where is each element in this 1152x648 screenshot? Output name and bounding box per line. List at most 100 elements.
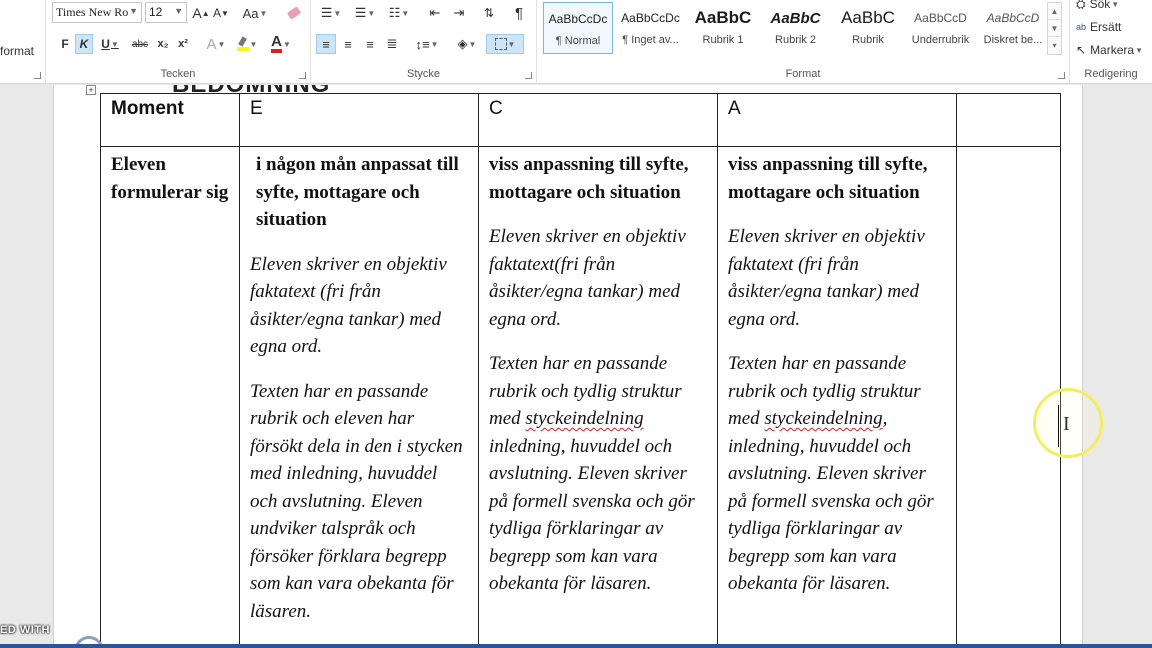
eraser-icon: [286, 6, 302, 20]
justify-icon: ≣: [386, 36, 398, 51]
borders-button[interactable]: ▼: [486, 34, 524, 54]
font-name-combo[interactable]: Times New Ro ▼: [52, 2, 142, 23]
numbering-button[interactable]: ☰ ▼: [350, 3, 380, 23]
show-marks-button[interactable]: ¶: [509, 3, 529, 23]
bullets-button[interactable]: ☰ ▼: [316, 3, 346, 23]
align-right-button[interactable]: ≡: [360, 34, 380, 54]
style-preview: AaBbCcDc: [621, 11, 680, 25]
multilevel-list-icon: ☷: [388, 5, 401, 20]
font-color-label: A: [271, 34, 282, 53]
table-move-handle[interactable]: +: [86, 85, 96, 95]
style-gallery-scroll[interactable]: ▲ ▼ ▾: [1047, 2, 1062, 55]
align-center-icon: ≡: [344, 36, 352, 52]
style-preview: AaBbCcDc: [548, 12, 608, 26]
chevron-down-icon: ▼: [129, 6, 138, 16]
ibeam-cursor-icon: I: [1063, 413, 1070, 435]
style-name: ¶ Inget av...: [622, 34, 679, 46]
c-paragraph-2: Texten har en passande rubrik och tydlig…: [489, 350, 707, 598]
style-name: Rubrik 2: [775, 34, 816, 46]
sort-icon: ⇅: [483, 6, 495, 20]
bold-button[interactable]: F: [57, 34, 73, 54]
strikethrough-button[interactable]: abc: [128, 34, 152, 54]
justify-button[interactable]: ≣: [382, 34, 402, 54]
document-area[interactable]: BEDÖMNING + Moment E C A Eleven formuler…: [0, 85, 1152, 648]
table-header-row: Moment E C A: [100, 93, 1061, 147]
highlight-button[interactable]: ▼: [232, 34, 262, 54]
spelling-error[interactable]: styckeindelning: [525, 408, 643, 429]
increase-indent-button[interactable]: ⇥: [448, 3, 470, 23]
pilcrow-icon: ¶: [514, 4, 524, 22]
header-cell-moment[interactable]: Moment: [100, 93, 240, 147]
style-tile[interactable]: AaBbCcD Underrubrik: [906, 2, 976, 54]
align-left-icon: ≡: [322, 36, 330, 52]
styles-launcher[interactable]: [1058, 72, 1065, 79]
more-styles-icon[interactable]: ▾: [1048, 37, 1061, 54]
header-cell-e[interactable]: E: [239, 93, 479, 147]
underline-button[interactable]: U ▼: [97, 34, 123, 54]
a-paragraph-2: Texten har en passande rubrik och tydlig…: [728, 350, 946, 598]
styles-group-label: Format: [785, 68, 821, 80]
style-tile[interactable]: AaBbCcDc ¶ Normal: [543, 2, 613, 54]
decrease-indent-button[interactable]: ⇤: [424, 3, 446, 23]
font-size-combo[interactable]: 12 ▼: [145, 2, 187, 23]
select-button[interactable]: ↖ Markera ▼: [1076, 41, 1150, 59]
editing-group-label: Redigering: [1084, 68, 1138, 80]
page[interactable]: BEDÖMNING + Moment E C A Eleven formuler…: [53, 85, 1083, 648]
clipboard-launcher[interactable]: [34, 72, 41, 79]
style-preview: AaBbCcD: [914, 11, 967, 25]
font-launcher[interactable]: [299, 72, 306, 79]
style-tile[interactable]: AaBbCcD Diskret be...: [978, 2, 1048, 54]
bold-label: F: [61, 37, 69, 51]
chevron-down-icon[interactable]: ▼: [1048, 20, 1061, 37]
font-size-value: 12: [149, 5, 163, 19]
cell-e[interactable]: i någon mån anpassat till syfte, mottaga…: [239, 146, 479, 648]
text-effects-button[interactable]: A ▼: [204, 34, 228, 54]
header-cell-c[interactable]: C: [478, 93, 718, 147]
font-color-button[interactable]: A ▼: [266, 34, 296, 54]
subscript-button[interactable]: x₂: [154, 34, 172, 54]
style-tile[interactable]: AaBbC Rubrik: [833, 2, 903, 54]
grow-font-button[interactable]: A ▲: [192, 3, 210, 23]
superscript-button[interactable]: x²: [174, 34, 192, 54]
change-case-button[interactable]: Aa ▼: [241, 3, 269, 23]
align-left-button[interactable]: ≡: [316, 34, 336, 54]
format-painter-button[interactable]: format: [0, 42, 42, 60]
sort-button[interactable]: ⇅: [479, 3, 499, 23]
line-spacing-button[interactable]: ↕≡ ▼: [412, 34, 442, 54]
style-tile[interactable]: AaBbC Rubrik 2: [761, 2, 831, 54]
find-button[interactable]: ⛭ Sök ▼: [1076, 0, 1146, 13]
clear-formatting-button[interactable]: [284, 3, 304, 23]
superscript-label: x²: [178, 38, 188, 50]
e-heading: i någon mån anpassat till syfte, mottaga…: [256, 154, 459, 230]
cell-moment[interactable]: Eleven formulerar sig: [100, 146, 240, 648]
italic-button[interactable]: K: [75, 34, 93, 54]
header-cell-empty[interactable]: [956, 93, 1061, 147]
style-preview: AaBbC: [694, 8, 752, 27]
styles-group: AaBbCcDc ¶ Normal AaBbCcDc ¶ Inget av... AaB…: [537, 0, 1070, 84]
align-right-icon: ≡: [366, 36, 374, 52]
spelling-error[interactable]: styckeindelning: [764, 408, 882, 429]
shading-button[interactable]: ◈ ▼: [452, 34, 482, 54]
paragraph-launcher[interactable]: [525, 72, 532, 79]
format-painter-label: format: [0, 44, 35, 58]
borders-icon: [494, 38, 507, 50]
header-cell-a[interactable]: A: [717, 93, 957, 147]
shrink-font-button[interactable]: A ▼: [212, 3, 230, 23]
style-name: Rubrik: [852, 34, 884, 46]
style-preview: AaBbCcD: [986, 11, 1040, 25]
cell-c[interactable]: viss anpassning till syfte, mottagare oc…: [478, 146, 718, 648]
select-label: Markera: [1090, 43, 1135, 57]
underline-label: U: [101, 37, 110, 51]
align-center-button[interactable]: ≡: [338, 34, 358, 54]
paint-bucket-icon: ◈: [457, 36, 468, 51]
chevron-up-icon[interactable]: ▲: [1048, 3, 1061, 20]
multilevel-list-button[interactable]: ☷ ▼: [384, 3, 414, 23]
strikethrough-label: abc: [131, 38, 149, 50]
style-tile[interactable]: AaBbCcDc ¶ Inget av...: [616, 2, 686, 54]
style-tile[interactable]: AaBbC Rubrik 1: [688, 2, 758, 54]
style-name: Rubrik 1: [702, 34, 744, 46]
rubric-table[interactable]: Moment E C A Eleven formulerar sig i någ…: [100, 93, 1061, 648]
indent-icon: ⇥: [453, 5, 465, 20]
cell-a[interactable]: viss anpassning till syfte, mottagare oc…: [717, 146, 957, 648]
replace-button[interactable]: ab Ersätt: [1076, 18, 1146, 36]
